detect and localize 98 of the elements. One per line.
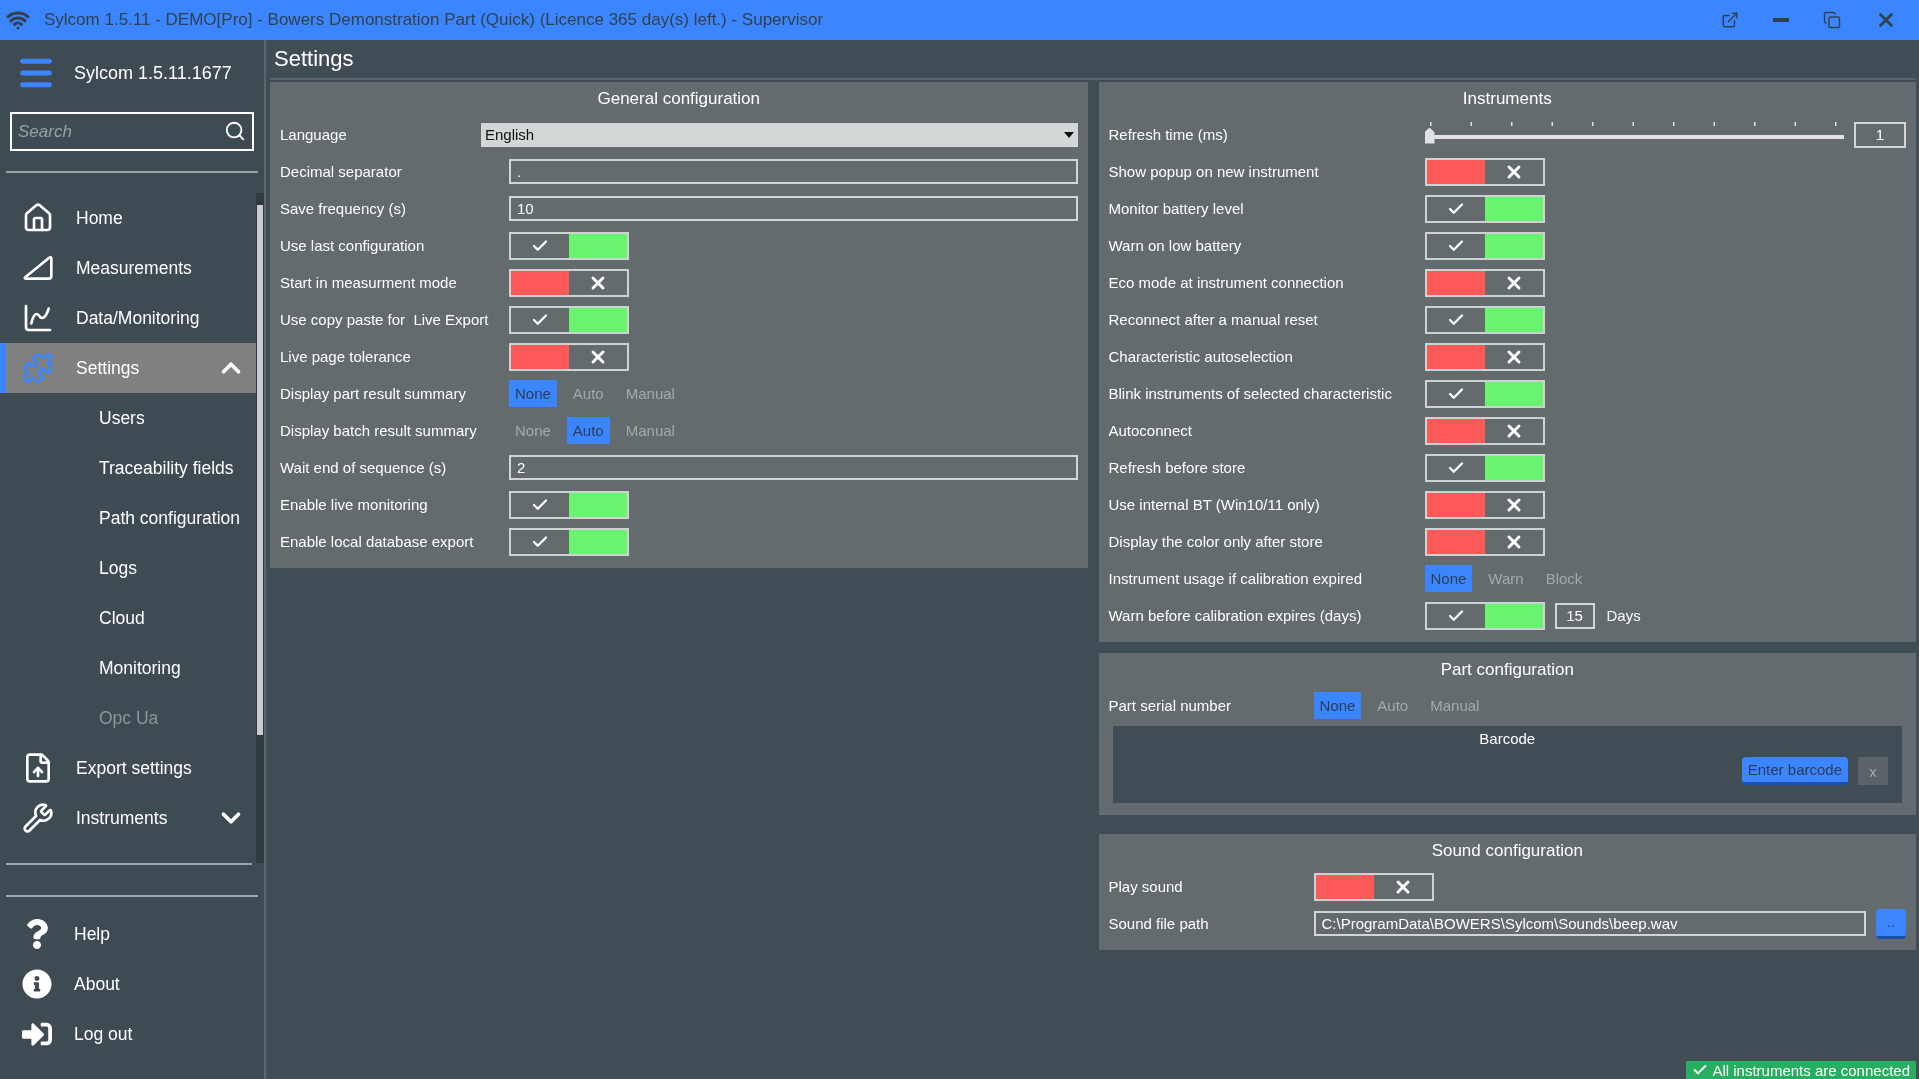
- browse-button[interactable]: ..: [1876, 908, 1906, 939]
- minimize-icon: [1773, 18, 1789, 22]
- option-button[interactable]: Auto: [566, 417, 610, 444]
- setting-label: Eco mode at instrument connection: [1108, 274, 1345, 291]
- setting-label: Refresh time (ms): [1108, 126, 1229, 143]
- scrollbar[interactable]: [256, 193, 264, 863]
- toggle-switch[interactable]: [1424, 490, 1545, 519]
- caret-icon: [1063, 131, 1074, 138]
- setting-label: Display the color only after store: [1108, 533, 1324, 550]
- nav-item[interactable]: Home: [0, 193, 256, 243]
- text-field[interactable]: 2: [509, 455, 1078, 480]
- value-field[interactable]: 1: [1854, 121, 1906, 148]
- toggle-switch[interactable]: [1424, 157, 1545, 186]
- text-field[interactable]: 10: [509, 196, 1078, 221]
- nav-subitem[interactable]: Monitoring: [0, 643, 256, 693]
- file-path-field[interactable]: C:\ProgramData\BOWERS\Sylcom\Sounds\beep.wav: [1313, 911, 1866, 936]
- nav-item[interactable]: Log out: [0, 1009, 264, 1059]
- slider-thumb[interactable]: [1424, 127, 1435, 144]
- nav-subitem[interactable]: Traceability fields: [0, 443, 256, 493]
- puzzle-icon: [22, 352, 54, 384]
- setting-label: Autoconnect: [1108, 422, 1193, 439]
- days-field[interactable]: 15: [1554, 602, 1595, 629]
- setting-label: Decimal separator: [280, 163, 403, 180]
- setting-label: Live page tolerance: [280, 348, 412, 365]
- toggle-switch[interactable]: [1424, 268, 1545, 297]
- setting-label: Save frequency (s): [280, 200, 407, 217]
- toggle-switch[interactable]: [1424, 601, 1545, 630]
- option-button[interactable]: None: [1424, 565, 1473, 592]
- nav-subitem[interactable]: Logs: [0, 543, 256, 593]
- setting-label: Characteristic autoselection: [1108, 348, 1294, 365]
- toggle-switch[interactable]: [509, 305, 629, 334]
- toggle-switch[interactable]: [509, 268, 629, 297]
- toggle-switch[interactable]: [1424, 231, 1545, 260]
- panel-title: Part configuration: [1439, 659, 1575, 681]
- setting-label: Warn on low battery: [1108, 237, 1243, 254]
- panel-title: General configuration: [596, 88, 761, 110]
- restore-icon: [1823, 11, 1841, 29]
- wrench-icon: [22, 802, 54, 834]
- nav-subitem[interactable]: Path configuration: [0, 493, 256, 543]
- setting-label: Use internal BT (Win10/11 only): [1108, 496, 1321, 513]
- setting-label: Sound file path: [1108, 915, 1210, 932]
- page-title: Settings: [270, 40, 1916, 80]
- house-icon: [22, 202, 54, 234]
- nav-subitem[interactable]: Users: [0, 393, 256, 443]
- toggle-switch[interactable]: [509, 231, 629, 260]
- connection-status: All instruments are connected: [1686, 1061, 1916, 1079]
- language-dropdown[interactable]: English: [481, 122, 1078, 147]
- search-field[interactable]: Search: [10, 112, 254, 151]
- chart-icon: [22, 302, 54, 334]
- text-field[interactable]: .: [509, 159, 1078, 184]
- toggle-switch[interactable]: [1424, 342, 1545, 371]
- nav-item[interactable]: About: [0, 959, 264, 1009]
- nav-item[interactable]: Export settings: [0, 743, 256, 793]
- setting-label: Wait end of sequence (s): [280, 459, 448, 476]
- setting-label: Use last configuration: [280, 237, 426, 254]
- setting-label: Use copy paste for Live Export: [280, 311, 490, 328]
- panel-title: Instruments: [1461, 88, 1553, 110]
- toggle-switch[interactable]: [509, 490, 629, 519]
- setting-label: Display batch result summary: [280, 422, 478, 439]
- toggle-switch[interactable]: [1424, 453, 1545, 482]
- option-button[interactable]: None: [509, 380, 557, 407]
- setting-label: Show popup on new instrument: [1108, 163, 1320, 180]
- panel-title: Barcode: [1478, 730, 1537, 747]
- setting-label: Start in measurment mode: [280, 274, 458, 291]
- setting-label: Warn before calibration expires (days): [1108, 607, 1363, 624]
- external-link-icon: [1721, 11, 1739, 29]
- toggle-switch[interactable]: [509, 342, 629, 371]
- setting-label: Play sound: [1108, 878, 1184, 895]
- app-name: Sylcom 1.5.11.1677: [74, 62, 232, 84]
- enter-barcode-button[interactable]: Enter barcode: [1741, 757, 1848, 785]
- setting-label: Refresh before store: [1108, 459, 1247, 476]
- nav-item[interactable]: Instruments: [0, 793, 256, 843]
- setting-label: Instrument usage if calibration expired: [1108, 570, 1363, 587]
- setting-label: Enable live monitoring: [280, 496, 429, 513]
- panel-title: Sound configuration: [1430, 840, 1584, 862]
- toggle-switch[interactable]: [1424, 194, 1545, 223]
- setting-label: Part serial number: [1108, 697, 1233, 714]
- setting-label: Enable local database export: [280, 533, 475, 550]
- nav-item[interactable]: Data/Monitoring: [0, 293, 256, 343]
- nav-subitem[interactable]: Cloud: [0, 593, 256, 643]
- toggle-switch[interactable]: [1424, 527, 1545, 556]
- toggle-switch[interactable]: [1424, 416, 1545, 445]
- nav-item[interactable]: Settings: [0, 343, 256, 393]
- setting-label: Reconnect after a manual reset: [1108, 311, 1319, 328]
- option-button[interactable]: None: [1313, 692, 1362, 719]
- info-icon: [22, 969, 52, 999]
- toggle-switch[interactable]: [1313, 872, 1434, 901]
- nav-item[interactable]: Help: [0, 909, 264, 959]
- setting-label: Display part result summary: [280, 385, 467, 402]
- toggle-switch[interactable]: [1424, 379, 1545, 408]
- setting-label: Monitor battery level: [1108, 200, 1245, 217]
- unit-label: Days: [1606, 607, 1641, 624]
- nav-item[interactable]: Measurements: [0, 243, 256, 293]
- window-title: Sylcom 1.5.11 - DEMO[Pro] - Bowers Demonstration Part (Quick) (Licence 365 day(s) left.) - Supervisor: [44, 10, 825, 30]
- search-icon: [224, 120, 246, 142]
- setting-label: Blink instruments of selected characteristic: [1108, 385, 1393, 402]
- toggle-switch[interactable]: [509, 527, 629, 556]
- toggle-switch[interactable]: [1424, 305, 1545, 334]
